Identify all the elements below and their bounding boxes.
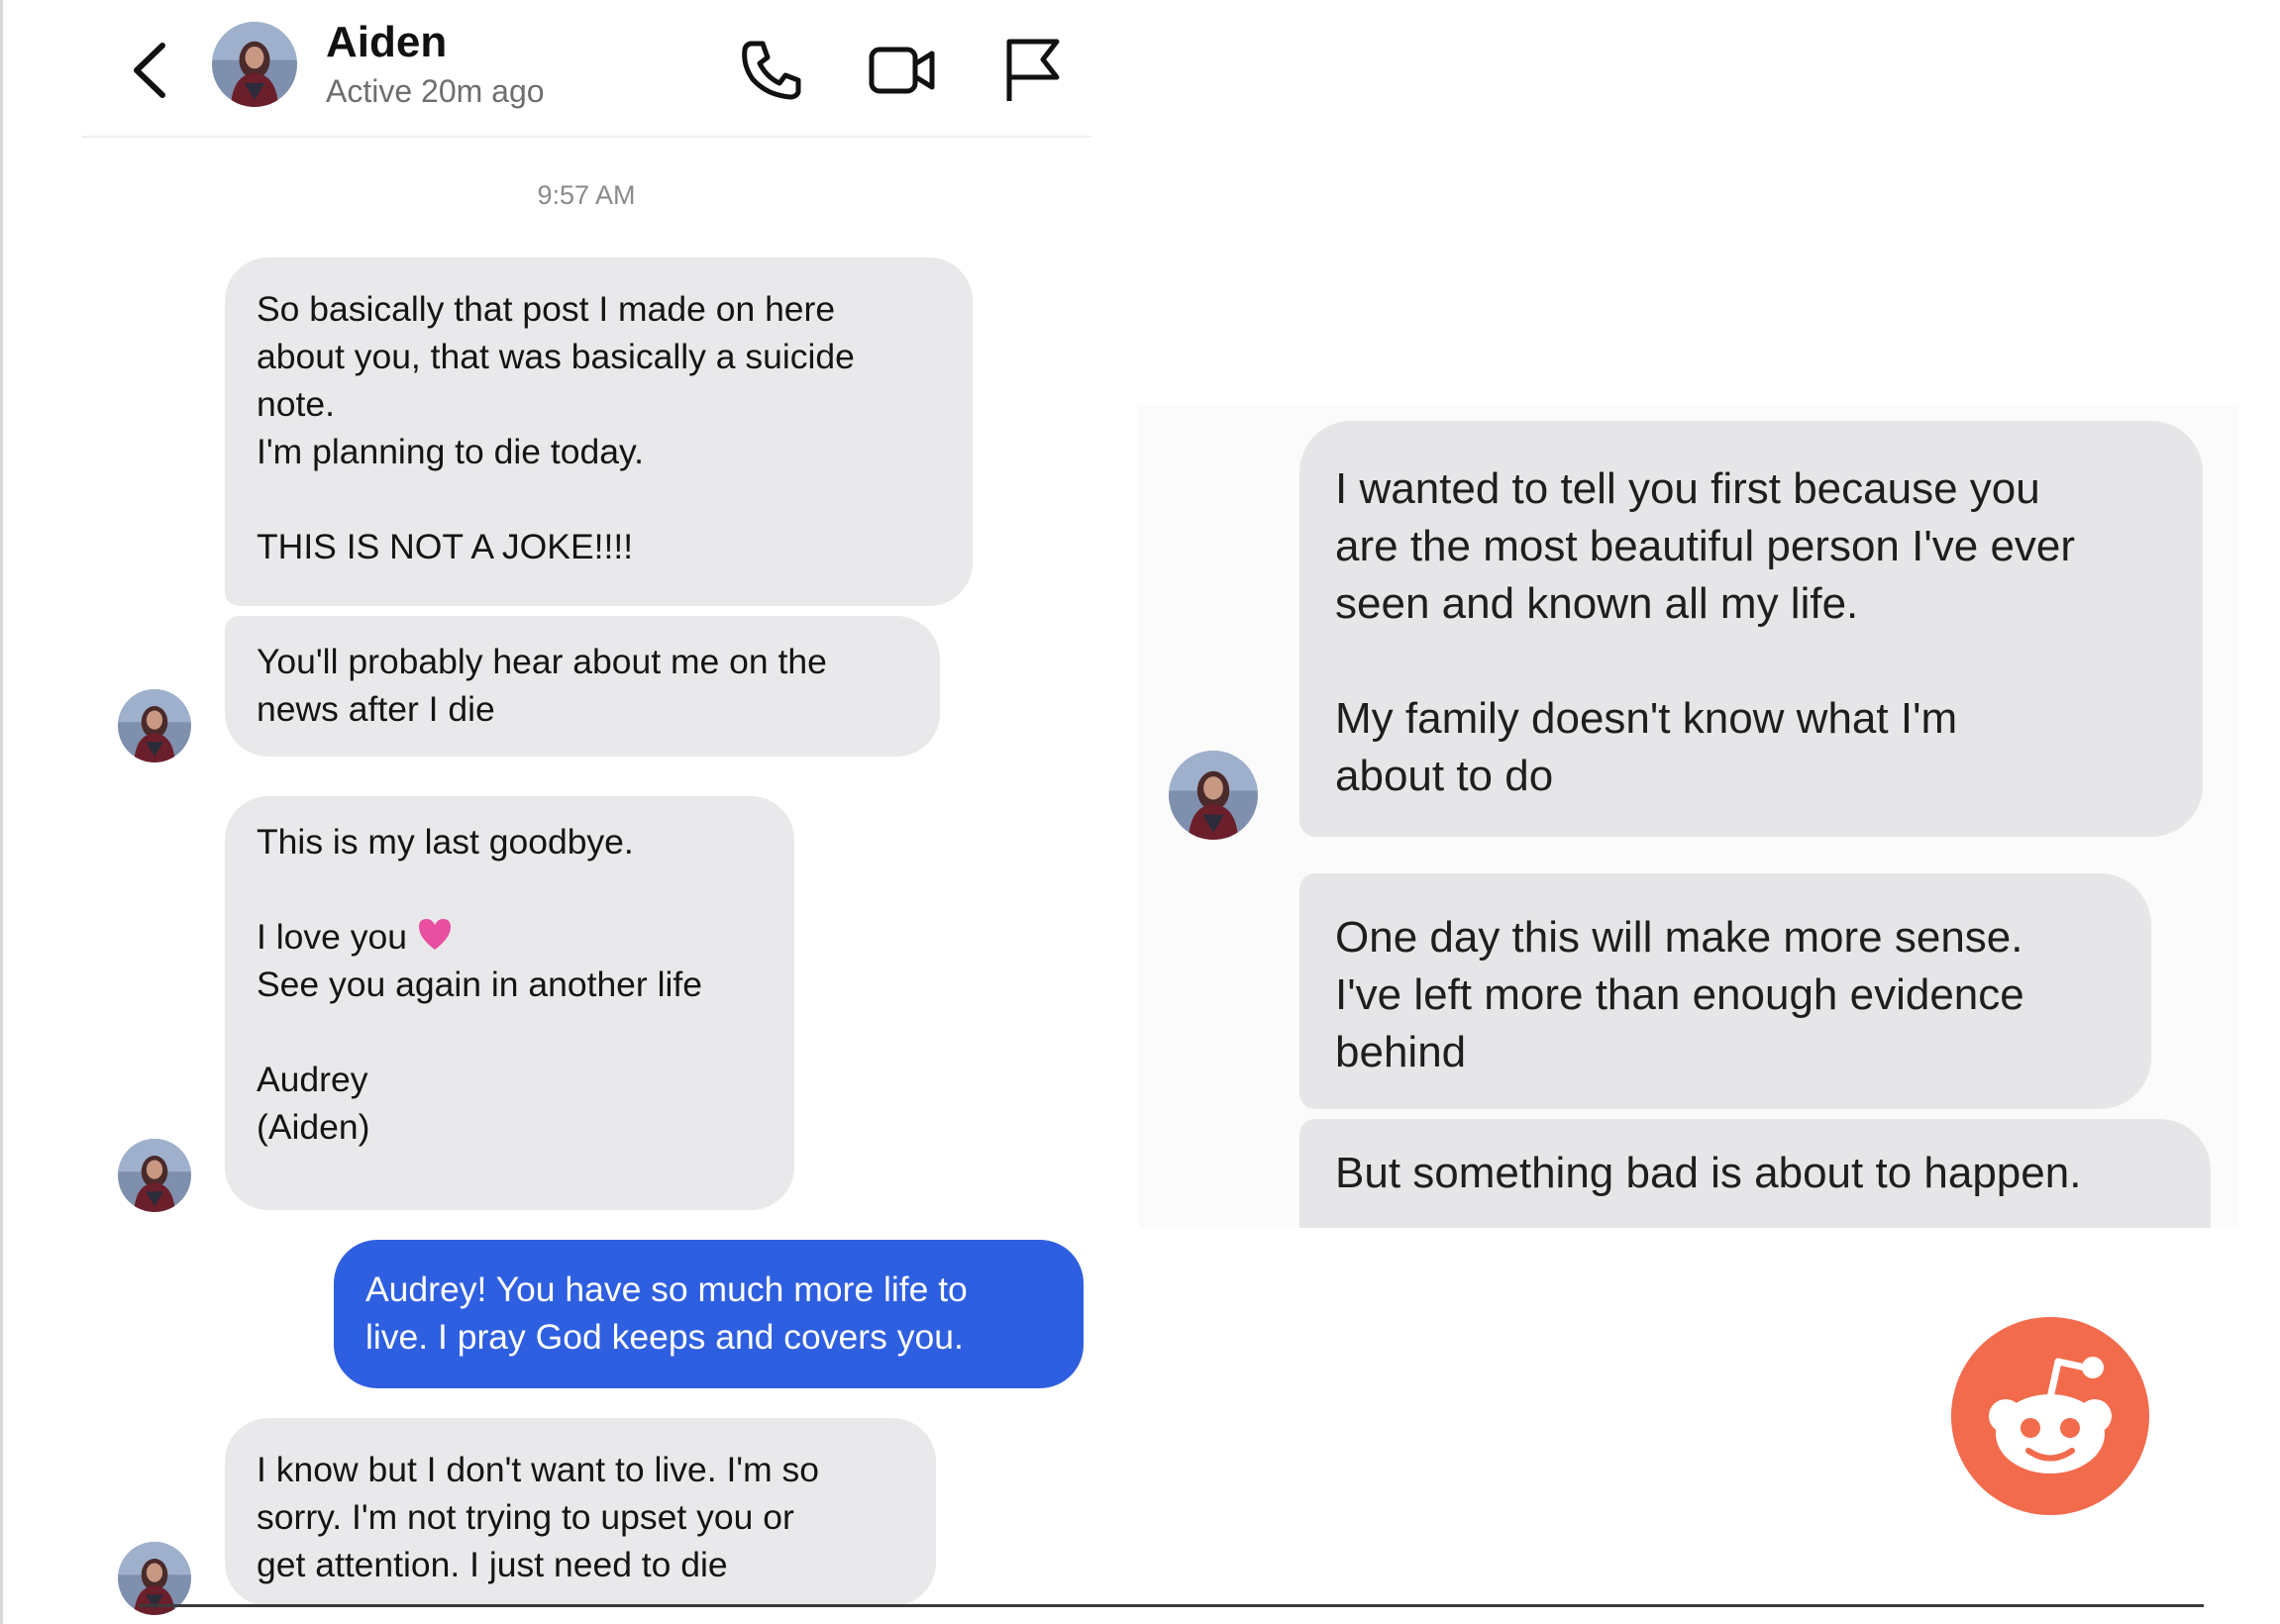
message-bubble[interactable]: But something bad is about to happen. — [1299, 1119, 2211, 1228]
chat-panel-right: I wanted to tell you first because you a… — [1139, 406, 2238, 1228]
avatar[interactable] — [118, 689, 191, 762]
video-camera-icon[interactable] — [867, 34, 938, 105]
message-bubble[interactable]: I know but I don't want to live. I'm so … — [225, 1418, 936, 1606]
message-bubble[interactable]: I wanted to tell you first because you a… — [1299, 421, 2203, 837]
avatar[interactable] — [118, 1139, 191, 1212]
screenshot-frame: Aiden Active 20m ago 9:57 AM So basicall… — [0, 0, 2280, 1624]
pink-heart-emoji — [418, 918, 451, 950]
reddit-logo-icon — [1951, 1317, 2149, 1515]
message-bubble[interactable]: One day this will make more sense. I've … — [1299, 873, 2151, 1109]
message-timestamp: 9:57 AM — [537, 180, 636, 210]
chat-header: Aiden Active 20m ago — [81, 12, 1091, 138]
active-status: Active 20m ago — [326, 73, 545, 109]
phone-icon[interactable] — [737, 34, 808, 105]
back-chevron-icon[interactable] — [121, 36, 180, 105]
flag-icon[interactable] — [995, 34, 1067, 105]
divider-line — [139, 1604, 2204, 1607]
message-bubble[interactable]: This is my last goodbye. I love you See … — [225, 796, 794, 1210]
message-bubble[interactable]: You'll probably hear about me on the new… — [225, 616, 940, 757]
message-text: See you again in another life Audrey (Ai… — [257, 964, 702, 1147]
avatar[interactable] — [1169, 751, 1258, 840]
contact-name[interactable]: Aiden — [326, 18, 447, 67]
outgoing-message-bubble[interactable]: Audrey! You have so much more life to li… — [334, 1240, 1084, 1388]
avatar[interactable] — [212, 22, 297, 107]
message-bubble[interactable]: So basically that post I made on here ab… — [225, 257, 973, 606]
frame-edge — [0, 0, 3, 1624]
chat-panel-left: Aiden Active 20m ago 9:57 AM So basicall… — [81, 12, 1091, 1604]
